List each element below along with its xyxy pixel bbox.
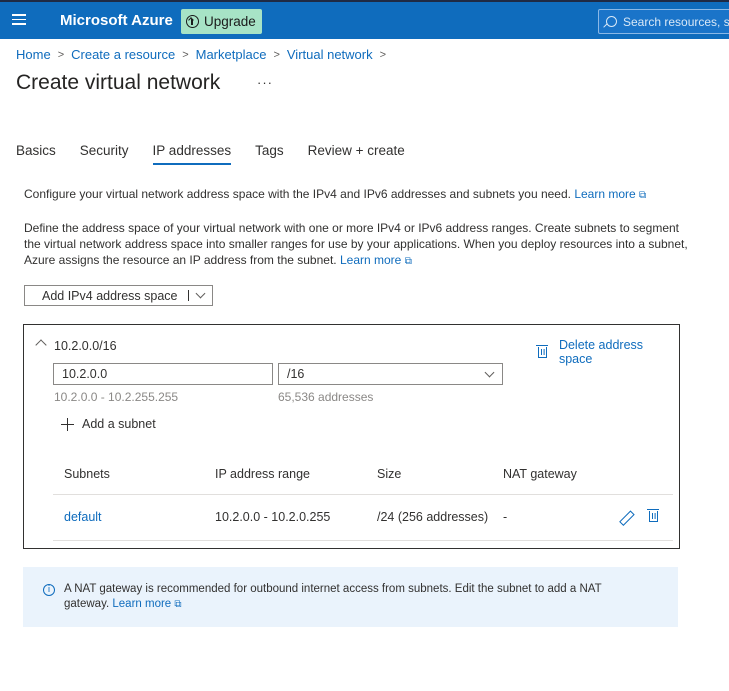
trash-icon <box>536 344 548 358</box>
tab-security[interactable]: Security <box>80 143 129 165</box>
address-ip-input[interactable]: 10.2.0.0 <box>53 363 273 385</box>
split-divider <box>188 290 189 301</box>
row-divider <box>53 540 673 541</box>
upgrade-label: Upgrade <box>204 14 256 29</box>
address-range-hint: 10.2.0.0 - 10.2.255.255 <box>54 390 179 404</box>
plus-icon <box>61 417 74 431</box>
search-placeholder: Search resources, se <box>623 14 729 29</box>
search-icon <box>606 16 617 27</box>
tab-basics[interactable]: Basics <box>16 143 56 165</box>
edit-icon[interactable] <box>619 511 632 524</box>
add-subnet-label: Add a subnet <box>82 417 156 431</box>
tab-ip-addresses[interactable]: IP addresses <box>152 143 231 165</box>
header-divider <box>53 494 673 495</box>
intro-text: Configure your virtual network address s… <box>24 187 571 201</box>
info-icon: i <box>43 584 55 596</box>
add-subnet-button[interactable]: Add a subnet <box>61 417 156 431</box>
delete-subnet-button[interactable] <box>647 509 659 522</box>
tab-review-create[interactable]: Review + create <box>308 143 405 165</box>
breadcrumb-create-resource[interactable]: Create a resource <box>71 47 175 62</box>
external-link-icon: ⧉ <box>404 256 412 267</box>
description-learn-more-link[interactable]: Learn more <box>340 253 401 267</box>
hamburger-icon[interactable] <box>10 11 28 29</box>
address-prefix-select[interactable]: /16 <box>278 363 503 385</box>
breadcrumb-home[interactable]: Home <box>16 47 51 62</box>
column-header-size: Size <box>377 467 402 481</box>
subnet-size: /24 (256 addresses) <box>377 510 489 524</box>
info-message: A NAT gateway is recommended for outboun… <box>64 582 624 612</box>
intro-learn-more-link[interactable]: Learn more <box>574 187 635 201</box>
brand-title[interactable]: Microsoft Azure <box>60 12 173 29</box>
tab-bar: Basics Security IP addresses Tags Review… <box>16 143 429 165</box>
chevron-right-icon: > <box>182 48 189 61</box>
add-address-space-button[interactable]: Add IPv4 address space <box>24 285 213 306</box>
chevron-right-icon: > <box>379 48 387 61</box>
nat-info-bar: i A NAT gateway is recommended for outbo… <box>23 567 678 627</box>
description-paragraph: Define the address space of your virtual… <box>24 220 689 270</box>
search-input[interactable]: Search resources, se <box>598 9 729 34</box>
tab-tags[interactable]: Tags <box>255 143 284 165</box>
page-title: Create virtual network <box>16 71 221 94</box>
chevron-right-icon: > <box>273 48 280 61</box>
column-header-nat-gateway: NAT gateway <box>503 467 577 481</box>
add-address-space-label: Add IPv4 address space <box>42 288 178 303</box>
breadcrumb: Home > Create a resource > Marketplace > Vi… <box>16 47 393 62</box>
trash-icon <box>647 509 659 522</box>
prefix-value: /16 <box>287 367 305 381</box>
subnet-name-link[interactable]: default <box>64 510 102 524</box>
intro-paragraph: Configure your virtual network address s… <box>24 186 704 204</box>
chevron-down-icon[interactable] <box>195 288 206 299</box>
column-header-subnets: Subnets <box>64 467 110 481</box>
column-header-ip-range: IP address range <box>215 467 310 481</box>
address-count-hint: 65,536 addresses <box>278 390 374 404</box>
subnet-ip-range: 10.2.0.0 - 10.2.0.255 <box>215 510 331 524</box>
more-options-button[interactable]: ··· <box>257 75 273 90</box>
top-bar: Microsoft Azure Upgrade Search resources… <box>0 0 729 39</box>
breadcrumb-virtual-network[interactable]: Virtual network <box>287 47 373 62</box>
external-link-icon: ⧉ <box>174 599 182 610</box>
upgrade-icon <box>186 15 199 28</box>
chevron-right-icon: > <box>57 48 65 61</box>
address-space-title: 10.2.0.0/16 <box>54 339 117 353</box>
upgrade-button[interactable]: Upgrade <box>181 9 262 34</box>
external-link-icon: ⧉ <box>639 190 647 201</box>
delete-address-space-button[interactable]: Delete address space <box>536 338 679 366</box>
delete-address-space-label: Delete address space <box>558 338 644 366</box>
chevron-down-icon <box>484 367 495 378</box>
info-learn-more-link[interactable]: Learn more <box>112 598 171 610</box>
address-space-panel: 10.2.0.0/16 Delete address space 10.2.0.… <box>23 324 680 549</box>
chevron-up-icon[interactable] <box>35 339 47 351</box>
subnet-nat-gateway: - <box>503 510 508 524</box>
breadcrumb-marketplace[interactable]: Marketplace <box>196 47 267 62</box>
